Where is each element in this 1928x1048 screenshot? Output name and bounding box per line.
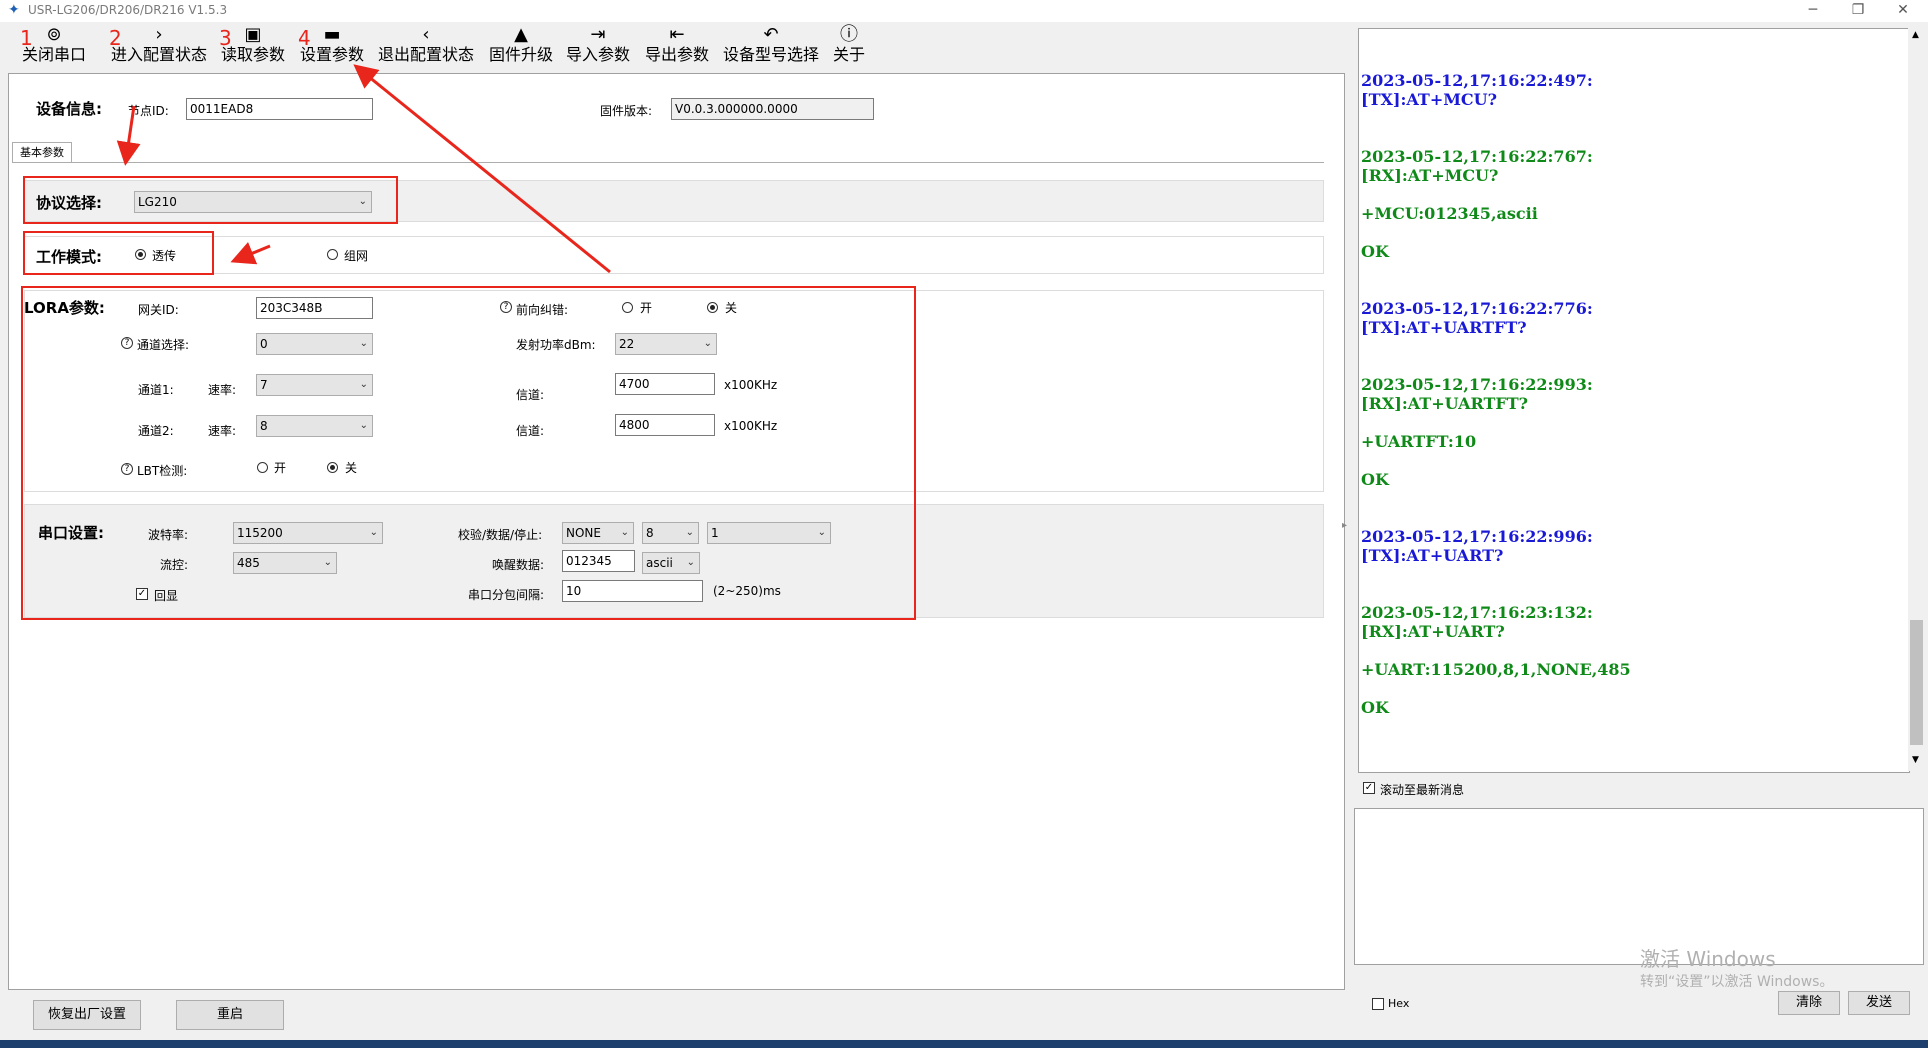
log-line: +UART:115200,8,1,NONE,485 bbox=[1361, 660, 1631, 679]
arrow-to-workmode bbox=[230, 242, 271, 265]
factory-reset-button[interactable]: 恢复出厂设置 bbox=[33, 1000, 141, 1030]
hex-label: Hex bbox=[1388, 997, 1410, 1010]
send-button[interactable]: 发送 bbox=[1848, 991, 1910, 1015]
hex-checkbox[interactable] bbox=[1372, 998, 1384, 1010]
log-line: [TX]:AT+MCU? bbox=[1361, 90, 1497, 109]
log-line: +UARTFT:10 bbox=[1361, 432, 1477, 451]
close-icon[interactable]: ✕ bbox=[1880, 0, 1926, 22]
log-line: [TX]:AT+UART? bbox=[1361, 546, 1504, 565]
arrow-to-tab bbox=[116, 105, 141, 166]
annotation-arrows bbox=[116, 64, 611, 274]
log-line: 2023-05-12,17:16:22:776: bbox=[1361, 299, 1593, 318]
taskbar bbox=[0, 1040, 1928, 1048]
activation-watermark-title: 激活 Windows bbox=[1640, 947, 1776, 971]
arrow-to-set-params bbox=[353, 64, 611, 274]
send-input[interactable] bbox=[1354, 808, 1924, 965]
log-line: [RX]:AT+MCU? bbox=[1361, 166, 1499, 185]
clear-button[interactable]: 清除 bbox=[1778, 991, 1840, 1015]
log-line: OK bbox=[1361, 470, 1389, 489]
autoscroll-checkbox[interactable]: ✓ bbox=[1363, 782, 1375, 794]
log-line: 2023-05-12,17:16:22:996: bbox=[1361, 527, 1593, 546]
scroll-thumb[interactable] bbox=[1910, 620, 1923, 745]
splitter-handle[interactable]: ▸ bbox=[1342, 520, 1352, 540]
scroll-up-icon[interactable]: ▲ bbox=[1912, 30, 1919, 40]
log-line: [RX]:AT+UARTFT? bbox=[1361, 394, 1529, 413]
log-line: 2023-05-12,17:16:22:767: bbox=[1361, 147, 1593, 166]
minimize-icon[interactable]: ─ bbox=[1790, 0, 1836, 22]
log-line: [RX]:AT+UART? bbox=[1361, 622, 1505, 641]
log-line: [TX]:AT+UARTFT? bbox=[1361, 318, 1527, 337]
activation-watermark-text: 转到“设置”以激活 Windows。 bbox=[1640, 974, 1834, 990]
log-line: OK bbox=[1361, 242, 1389, 261]
log-line: 2023-05-12,17:16:23:132: bbox=[1361, 603, 1593, 622]
scroll-down-icon[interactable]: ▼ bbox=[1912, 755, 1919, 765]
log-line: 2023-05-12,17:16:22:993: bbox=[1361, 375, 1593, 394]
restart-button[interactable]: 重启 bbox=[176, 1000, 284, 1030]
log-panel: 2023-05-12,17:16:22:497: [TX]:AT+MCU? 2023… bbox=[1358, 28, 1910, 773]
log-line: OK bbox=[1361, 698, 1389, 717]
log-line: +MCU:012345,ascii bbox=[1361, 204, 1538, 223]
autoscroll-label: 滚动至最新消息 bbox=[1380, 783, 1465, 797]
log-scrollbar[interactable]: ▲ ▼ bbox=[1908, 28, 1925, 771]
restore-icon[interactable]: ❐ bbox=[1835, 0, 1881, 22]
log-line: 2023-05-12,17:16:22:497: bbox=[1361, 71, 1593, 90]
